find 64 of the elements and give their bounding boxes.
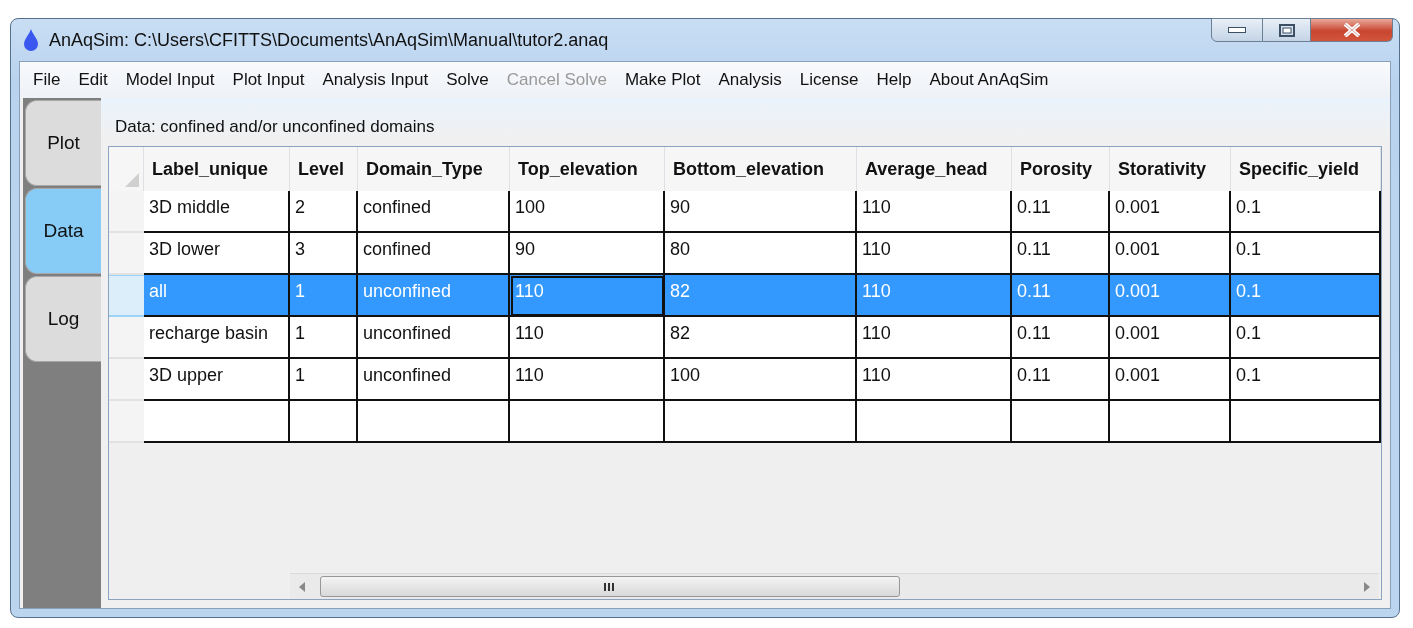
horizontal-scrollbar[interactable] <box>290 573 1379 599</box>
table-cell[interactable]: 110 <box>857 233 1012 275</box>
table-cell[interactable]: 0.1 <box>1231 359 1381 401</box>
table-cell[interactable]: 0.11 <box>1012 359 1110 401</box>
table-cell[interactable]: 0.1 <box>1231 191 1381 233</box>
water-drop-icon <box>23 29 39 51</box>
side-tab[interactable]: Log <box>25 276 101 362</box>
table-cell[interactable]: 3D upper <box>144 359 290 401</box>
table-cell[interactable]: 90 <box>665 191 857 233</box>
table-cell[interactable]: 3 <box>290 233 358 275</box>
scroll-right-icon[interactable] <box>1363 581 1371 592</box>
menu-item[interactable]: About AnAqSim <box>920 70 1058 90</box>
table-cell[interactable]: 0.001 <box>1110 233 1231 275</box>
window-title: AnAqSim: C:\Users\CFITTS\Documents\AnAqSim\Manual\tutor2.anaq <box>49 29 609 51</box>
table-cell[interactable]: 0.001 <box>1110 317 1231 359</box>
table-cell[interactable]: unconfined <box>358 359 510 401</box>
table-cell[interactable]: 90 <box>510 233 665 275</box>
menu-item[interactable]: License <box>790 70 868 90</box>
table-cell[interactable]: 3D lower <box>144 233 290 275</box>
menu-item[interactable]: File <box>24 70 70 90</box>
menu-item[interactable]: Make Plot <box>615 70 710 90</box>
table-cell[interactable]: 100 <box>665 359 857 401</box>
scroll-thumb[interactable] <box>320 576 900 597</box>
panel-title: Data: confined and/or unconfined domains <box>114 116 436 138</box>
table-cell[interactable]: 110 <box>510 359 665 401</box>
table-cell[interactable]: 82 <box>665 317 857 359</box>
table-cell[interactable]: 110 <box>510 317 665 359</box>
table-cell[interactable]: confined <box>358 233 510 275</box>
scroll-left-icon[interactable] <box>298 581 306 592</box>
table-cell[interactable]: 0.11 <box>1012 233 1110 275</box>
maximize-button[interactable] <box>1263 18 1311 42</box>
menu-item[interactable]: Help <box>867 70 921 90</box>
table-cell[interactable]: 80 <box>665 233 857 275</box>
table-cell[interactable]: 2 <box>290 191 358 233</box>
table-cell[interactable]: 0.001 <box>1110 191 1231 233</box>
grip-icon <box>604 581 616 592</box>
menu-item[interactable]: Solve <box>437 70 498 90</box>
table-cell[interactable]: recharge basin <box>144 317 290 359</box>
menu-item[interactable]: Analysis Input <box>313 70 438 90</box>
minimize-button[interactable] <box>1211 18 1263 42</box>
table-cell[interactable]: 0.1 <box>1231 233 1381 275</box>
minimize-icon <box>1228 27 1246 33</box>
maximize-icon <box>1278 23 1295 37</box>
table-cell[interactable]: confined <box>358 191 510 233</box>
menu-item[interactable]: Plot Input <box>223 70 314 90</box>
table-cell[interactable]: 0.001 <box>1110 359 1231 401</box>
menu-item[interactable]: Analysis <box>709 70 791 90</box>
table-cell[interactable]: 0.11 <box>1012 317 1110 359</box>
table-cell[interactable]: 110 <box>857 191 1012 233</box>
side-tab[interactable]: Plot <box>25 100 101 186</box>
menu-item[interactable]: Edit <box>69 70 117 90</box>
table-cell[interactable]: 110 <box>857 359 1012 401</box>
table-cell[interactable]: 0.1 <box>1231 317 1381 359</box>
close-button[interactable] <box>1311 18 1393 42</box>
table-cell[interactable]: 0.11 <box>1012 191 1110 233</box>
table-cell[interactable]: 1 <box>290 359 358 401</box>
menu-item[interactable]: Model Input <box>116 70 224 90</box>
table-cell[interactable]: unconfined <box>358 317 510 359</box>
table-cell[interactable]: 100 <box>510 191 665 233</box>
side-tab[interactable]: Data <box>25 188 101 274</box>
table-cell[interactable]: 110 <box>857 317 1012 359</box>
table-cell[interactable]: 1 <box>290 317 358 359</box>
table-cell[interactable]: 3D middle <box>144 191 290 233</box>
close-icon <box>1342 23 1361 37</box>
